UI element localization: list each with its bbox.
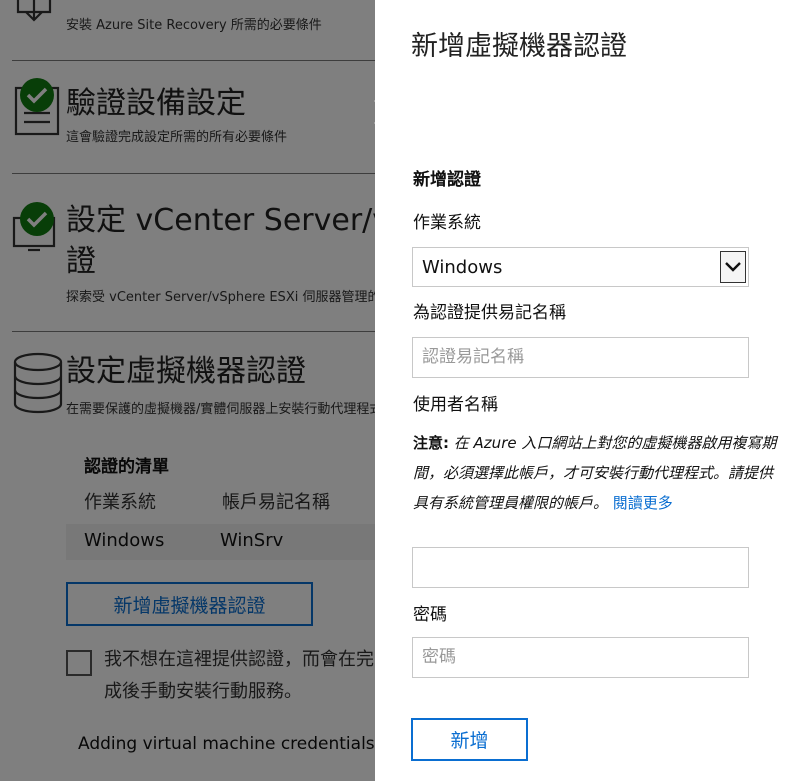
- read-more-link[interactable]: 閱讀更多: [613, 494, 673, 512]
- password-label: 密碼: [413, 605, 447, 625]
- step-vm-creds-title: 設定虛擬機器認證: [66, 354, 306, 389]
- table-cell-os: Windows: [84, 530, 165, 551]
- chevron-down-icon[interactable]: [720, 251, 746, 283]
- status-text: Adding virtual machine credentials...: [78, 734, 391, 754]
- note-label: 注意:: [413, 434, 449, 452]
- step-install-subtitle: 安裝 Azure Site Recovery 所需的必要條件: [66, 18, 322, 33]
- friendly-name-input[interactable]: 認證易記名稱: [412, 337, 749, 378]
- note-text: 在 Azure 入口網站上對您的虛擬機器啟用複寫期間，必須選擇此帳戶，才可安裝行…: [413, 434, 777, 512]
- add-credential-panel: 新增虛擬機器認證 新增認證 作業系統 Windows 為認證提供易記名稱 認證易…: [375, 0, 800, 781]
- os-select-value: Windows: [422, 257, 503, 278]
- download-icon: [14, 0, 54, 32]
- optout-checkbox[interactable]: [66, 650, 92, 676]
- section-heading: 新增認證: [413, 170, 481, 190]
- optout-checkbox-label: 我不想在這裡提供認證，而會在完成後手動安裝行動服務。: [104, 649, 374, 702]
- divider: [12, 173, 392, 174]
- step-vm-creds-subtitle: 在需要保護的虛擬機器/實體伺服器上安裝行動代理程式: [66, 402, 383, 417]
- step-verify-title: 驗證設備設定: [66, 86, 246, 121]
- os-select[interactable]: Windows: [412, 247, 749, 287]
- add-vm-credential-button[interactable]: 新增虛擬機器認證: [66, 582, 313, 626]
- friendly-name-label: 為認證提供易記名稱: [413, 303, 566, 323]
- divider: [12, 331, 392, 332]
- table-cell-account: WinSrv: [220, 530, 284, 551]
- username-input[interactable]: [412, 547, 749, 588]
- database-icon: [12, 352, 64, 418]
- checkmark-icon: [20, 78, 54, 112]
- username-note: 注意: 在 Azure 入口網站上對您的虛擬機器啟用複寫期間，必須選擇此帳戶，才…: [413, 428, 785, 518]
- os-label: 作業系統: [413, 213, 481, 233]
- password-input[interactable]: 密碼: [412, 637, 749, 678]
- step-verify-subtitle: 這會驗證完成設定所需的所有必要條件: [66, 130, 288, 145]
- column-header-os: 作業系統: [84, 492, 156, 513]
- checkmark-icon: [20, 202, 54, 236]
- add-button[interactable]: 新增: [411, 718, 528, 761]
- username-label: 使用者名稱: [413, 395, 498, 415]
- divider: [12, 60, 392, 61]
- table-row[interactable]: Windows WinSrv: [66, 524, 396, 560]
- panel-title: 新增虛擬機器認證: [411, 31, 627, 62]
- step-vcenter-title-line2: 證: [66, 244, 96, 279]
- credential-list-heading: 認證的清單: [84, 457, 169, 477]
- column-header-account: 帳戶易記名稱: [222, 492, 330, 513]
